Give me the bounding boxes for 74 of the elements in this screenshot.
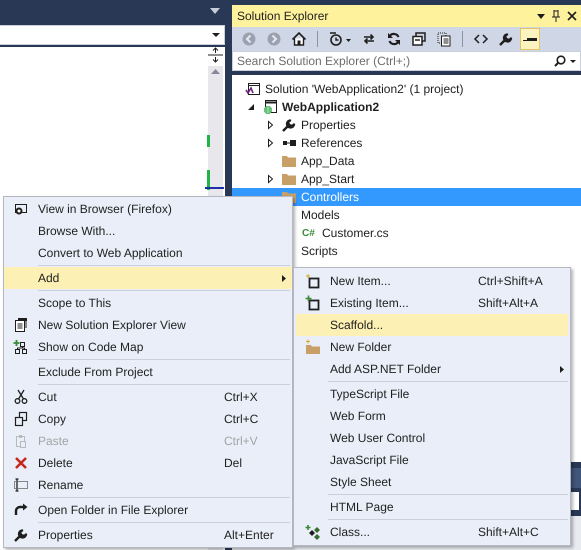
menu-item[interactable]: Open Folder in File Explorer xyxy=(4,499,292,521)
panel-title: Solution Explorer xyxy=(237,9,330,23)
menu-item[interactable]: Web User Control xyxy=(296,427,568,449)
add-item-icon xyxy=(305,295,321,311)
menu-item[interactable]: Add ASP.NET Folder xyxy=(296,358,568,380)
menu-item[interactable]: JavaScript File xyxy=(296,449,568,471)
scroll-up-icon xyxy=(211,69,220,74)
panel-menu-icon xyxy=(210,8,220,14)
project-icon xyxy=(262,99,278,115)
history-icon xyxy=(328,31,352,47)
tree-item[interactable]: App_Start xyxy=(232,170,581,188)
csharp-file-icon: C# xyxy=(300,228,318,238)
new-item-icon xyxy=(305,273,321,289)
menu-item[interactable]: Add xyxy=(4,267,292,289)
diagram-icon xyxy=(13,339,29,355)
rename-icon xyxy=(13,477,29,493)
tree-item[interactable]: References xyxy=(232,134,581,152)
tree-item[interactable]: App_Data xyxy=(232,152,581,170)
menu-item[interactable]: Existing Item... Shift+Alt+A xyxy=(296,292,568,314)
menu-item[interactable]: TypeScript File xyxy=(296,383,568,405)
preview-icon xyxy=(523,38,537,40)
home-icon xyxy=(291,31,307,47)
refresh-icon xyxy=(386,31,402,47)
tree-item[interactable]: Solution 'WebApplication2' (1 project) xyxy=(232,80,581,98)
menu-item[interactable]: Web Form xyxy=(296,405,568,427)
wrench-icon xyxy=(13,527,29,543)
menu-item[interactable]: Rename xyxy=(4,474,292,496)
change-marker xyxy=(207,135,210,147)
menu-item[interactable]: Copy Ctrl+C xyxy=(4,408,292,430)
curved-arrow-icon xyxy=(13,502,29,518)
wrench-icon xyxy=(281,117,297,133)
browser-icon xyxy=(13,201,29,217)
menu-item[interactable]: Convert to Web Application xyxy=(4,242,292,264)
back-icon xyxy=(241,31,257,47)
menu-item[interactable]: Browse With... xyxy=(4,220,292,242)
window-list-icon xyxy=(13,317,29,333)
submenu-arrow-icon xyxy=(282,274,286,282)
sync-icon xyxy=(361,31,377,47)
forward-icon xyxy=(266,31,282,47)
solution-icon xyxy=(245,81,261,97)
menu-item[interactable]: New Item... Ctrl+Shift+A xyxy=(296,270,568,292)
clipboard-icon xyxy=(13,433,29,449)
splitter-icon xyxy=(208,47,223,63)
menu-item[interactable]: Delete Del xyxy=(4,452,292,474)
delete-icon xyxy=(13,455,29,471)
submenu-arrow-icon xyxy=(560,366,564,372)
folder-icon xyxy=(281,153,297,169)
menu-item[interactable]: Style Sheet xyxy=(296,471,568,493)
change-marker xyxy=(207,170,210,190)
menu-item[interactable]: New Folder xyxy=(296,336,568,358)
menu-item[interactable]: New Solution Explorer View xyxy=(4,314,292,336)
dropdown-icon xyxy=(537,14,545,18)
pin-icon xyxy=(551,10,561,22)
caret-icon xyxy=(212,33,220,37)
new-folder-icon xyxy=(305,339,321,355)
wrench-icon xyxy=(498,31,514,47)
class-icon xyxy=(305,524,321,540)
caret-marker xyxy=(205,187,224,189)
menu-item[interactable]: Cut Ctrl+X xyxy=(4,386,292,408)
tree-item[interactable]: WebApplication2 xyxy=(232,98,581,116)
copy-icon xyxy=(13,411,29,427)
menu-item[interactable]: Class... Shift+Alt+C xyxy=(296,521,568,543)
collapse-all-icon xyxy=(411,31,427,47)
menu-item[interactable]: HTML Page xyxy=(296,496,568,518)
close-icon xyxy=(567,11,577,21)
menu-item[interactable]: Show on Code Map xyxy=(4,336,292,358)
menu-item[interactable]: Scaffold... xyxy=(296,314,568,336)
menu-item[interactable]: Properties Alt+Enter xyxy=(4,524,292,546)
menu-item[interactable]: Scope to This xyxy=(4,292,292,314)
tree-item[interactable]: Properties xyxy=(232,116,581,134)
preview-button[interactable] xyxy=(520,28,540,50)
files-icon xyxy=(436,31,452,47)
menu-item[interactable]: Exclude From Project xyxy=(4,361,292,383)
scissors-icon xyxy=(13,389,29,405)
